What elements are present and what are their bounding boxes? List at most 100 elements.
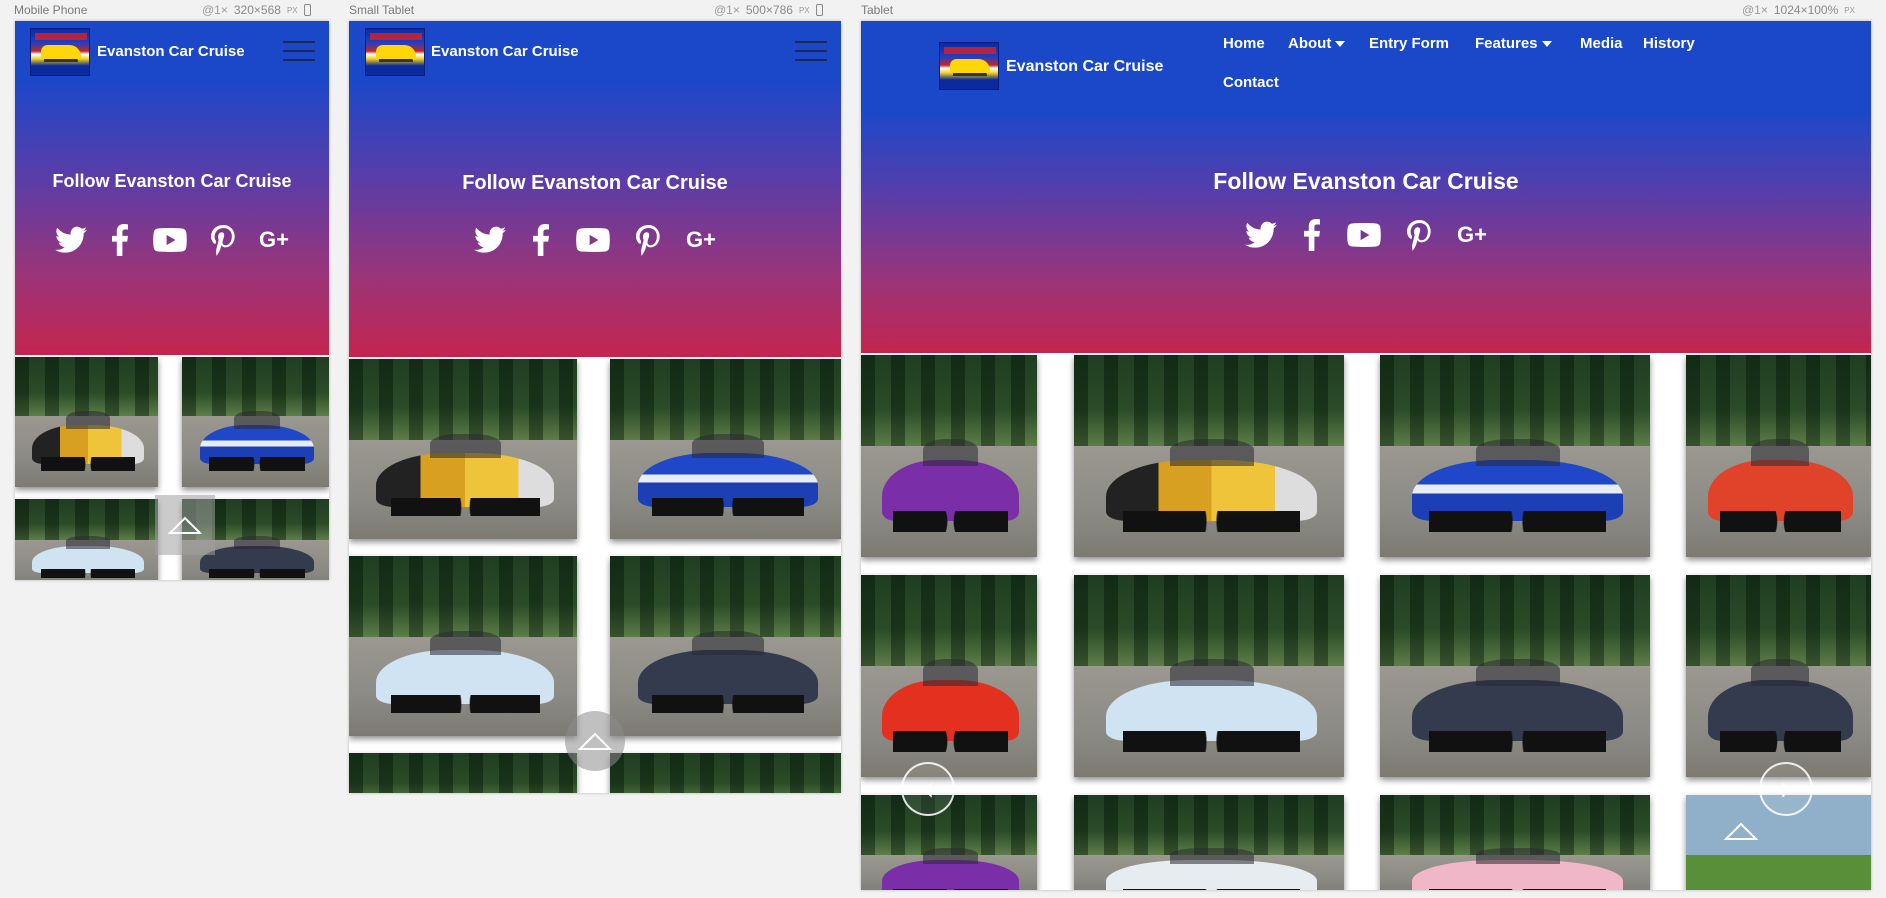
- chevron-up-icon: [168, 516, 202, 534]
- site-brand[interactable]: Evanston Car Cruise: [1006, 58, 1163, 76]
- gallery-photo[interactable]: [349, 753, 577, 793]
- scroll-to-top-button[interactable]: [155, 495, 215, 555]
- frame-size: 1024×100%: [1773, 3, 1839, 17]
- frame-zoom: @1×: [202, 3, 228, 17]
- nav-item-label: History: [1643, 35, 1695, 52]
- site-logo[interactable]: [939, 42, 999, 90]
- site-brand[interactable]: Evanston Car Cruise: [97, 43, 245, 60]
- gallery-photo[interactable]: [861, 795, 1037, 890]
- gallery-photo[interactable]: [861, 575, 1037, 777]
- gallery-photo[interactable]: [1686, 355, 1871, 557]
- gallery-photo[interactable]: [349, 359, 577, 539]
- frame-label-small-tablet: Small Tablet: [349, 3, 415, 17]
- nav-item-contact[interactable]: Contact: [1223, 74, 1279, 91]
- social-links: G+: [15, 224, 329, 256]
- frame-meta-mobile: @1× 320×568 PX: [202, 3, 311, 17]
- pinterest-icon[interactable]: [1407, 219, 1431, 251]
- gallery-photo[interactable]: [349, 556, 577, 736]
- gallery-photo[interactable]: [15, 499, 158, 580]
- frame-unit: PX: [1844, 5, 1855, 15]
- nav-item-media[interactable]: Media: [1580, 35, 1623, 52]
- gallery-photo[interactable]: [610, 359, 841, 539]
- gallery-photo[interactable]: [1380, 575, 1650, 777]
- frame-zoom: @1×: [1742, 3, 1768, 17]
- chevron-right-icon: ›: [1779, 769, 1793, 809]
- nav-item-label: Home: [1223, 35, 1265, 52]
- nav-item-entry-form[interactable]: Entry Form: [1369, 35, 1449, 52]
- site-header: Evanston Car Cruise: [349, 21, 841, 84]
- follow-heading: Follow Evanston Car Cruise: [1213, 168, 1519, 194]
- facebook-icon[interactable]: [111, 224, 129, 256]
- nav-item-features[interactable]: Features: [1475, 35, 1552, 52]
- hero-section: [349, 84, 841, 357]
- pinterest-icon[interactable]: [211, 224, 235, 256]
- social-links: G+: [861, 219, 1871, 251]
- hamburger-menu-icon[interactable]: [283, 41, 315, 61]
- site-logo[interactable]: [30, 28, 90, 76]
- twitter-icon[interactable]: [474, 226, 507, 254]
- gallery-photo[interactable]: [182, 357, 329, 487]
- nav-item-label: Contact: [1223, 74, 1279, 91]
- nav-item-about[interactable]: About: [1288, 35, 1346, 52]
- youtube-icon[interactable]: [1347, 223, 1381, 247]
- frame-size: 320×568: [233, 3, 281, 17]
- frame-label-mobile: Mobile Phone: [14, 3, 88, 17]
- site-header: Evanston Car Cruise Home About Entry For…: [861, 21, 1871, 114]
- nav-item-label: About: [1288, 35, 1332, 52]
- nav-item-label: Media: [1580, 35, 1623, 52]
- nav-item-home[interactable]: Home: [1223, 35, 1265, 52]
- tablet-frame: Evanston Car Cruise Home About Entry For…: [861, 21, 1871, 890]
- gallery-photo[interactable]: [610, 753, 841, 793]
- gallery-photo[interactable]: [1380, 795, 1650, 890]
- twitter-icon[interactable]: [55, 226, 88, 254]
- frame-meta-tablet: @1× 1024×100% PX: [1742, 3, 1855, 17]
- site-brand[interactable]: Evanston Car Cruise: [431, 43, 579, 60]
- site-header: Evanston Car Cruise: [15, 21, 329, 83]
- chevron-up-icon: [578, 732, 612, 750]
- facebook-icon[interactable]: [532, 224, 550, 256]
- pinterest-icon[interactable]: [636, 224, 660, 256]
- frame-meta-small-tablet: @1× 500×786 PX: [714, 3, 823, 17]
- frame-zoom: @1×: [714, 3, 740, 17]
- google-plus-icon[interactable]: G+: [1457, 222, 1487, 248]
- device-rotate-icon[interactable]: [815, 4, 823, 16]
- gallery-photo[interactable]: [1686, 575, 1871, 777]
- scroll-to-top-button[interactable]: [1721, 811, 1761, 851]
- google-plus-icon[interactable]: G+: [686, 227, 716, 253]
- gallery-photo[interactable]: [1074, 355, 1344, 557]
- frame-unit: PX: [798, 5, 810, 15]
- gallery-photo[interactable]: [1380, 355, 1650, 557]
- hero-section: [15, 83, 329, 355]
- mobile-phone-frame: Evanston Car Cruise Follow Evanston Car …: [15, 21, 329, 580]
- gallery-photo[interactable]: [1074, 575, 1344, 777]
- facebook-icon[interactable]: [1303, 219, 1321, 251]
- scroll-to-top-button[interactable]: [565, 711, 625, 771]
- gallery-photo[interactable]: [1074, 795, 1344, 890]
- chevron-down-icon: [1335, 41, 1346, 48]
- site-logo[interactable]: [365, 28, 425, 76]
- chevron-up-icon: [1724, 822, 1758, 840]
- device-rotate-icon[interactable]: [303, 4, 311, 16]
- main-nav: Home About Entry Form Features Media His…: [1223, 35, 1743, 105]
- follow-heading: Follow Evanston Car Cruise: [52, 171, 292, 191]
- gallery-photo[interactable]: [15, 357, 158, 487]
- frame-label-tablet: Tablet: [861, 3, 894, 17]
- nav-item-label: Features: [1475, 35, 1538, 52]
- slider-next-button[interactable]: ›: [1759, 762, 1813, 816]
- google-plus-icon[interactable]: G+: [259, 227, 289, 253]
- nav-item-label: Entry Form: [1369, 35, 1450, 52]
- slider-prev-button[interactable]: ‹: [901, 762, 955, 816]
- follow-heading: Follow Evanston Car Cruise: [462, 172, 728, 194]
- chevron-left-icon: ‹: [921, 769, 935, 809]
- gallery-photo[interactable]: [610, 556, 841, 736]
- social-links: G+: [349, 224, 841, 256]
- frame-unit: PX: [286, 5, 298, 15]
- youtube-icon[interactable]: [576, 228, 610, 252]
- frame-size: 500×786: [745, 3, 793, 17]
- youtube-icon[interactable]: [153, 228, 187, 252]
- hamburger-menu-icon[interactable]: [795, 41, 827, 61]
- twitter-icon[interactable]: [1245, 221, 1278, 249]
- nav-item-history[interactable]: History: [1643, 35, 1695, 52]
- gallery-photo[interactable]: [861, 355, 1037, 557]
- chevron-down-icon: [1541, 41, 1552, 48]
